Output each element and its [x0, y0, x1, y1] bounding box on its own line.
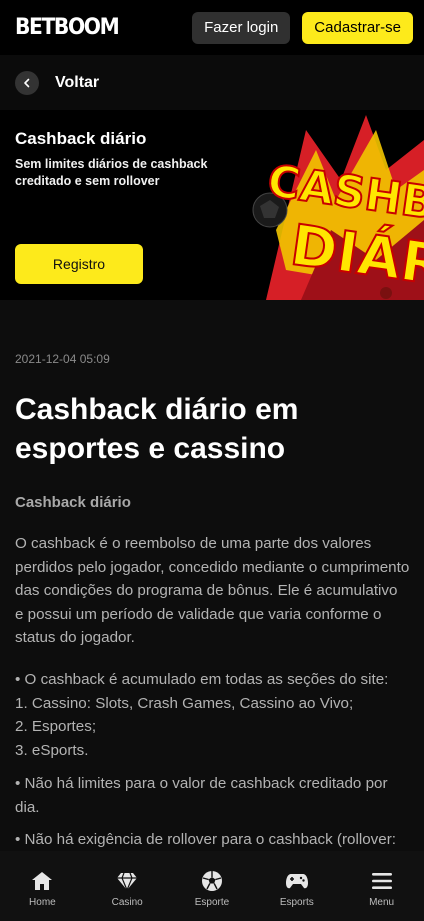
signup-button[interactable]: Cadastrar-se: [302, 11, 413, 44]
nav-label[interactable]: Home: [29, 897, 56, 908]
nav-menu[interactable]: Menu: [352, 869, 412, 908]
hamburger-menu-icon[interactable]: [369, 869, 395, 893]
nav-label[interactable]: Casino: [112, 897, 143, 908]
banner-subtitle: Sem limites diários de cashback creditad…: [15, 157, 208, 188]
login-button[interactable]: Fazer login: [192, 11, 291, 44]
article-date: 2021-12-04 05:09: [15, 352, 110, 366]
nav-label[interactable]: Esports: [280, 897, 314, 908]
nav-label[interactable]: Menu: [369, 897, 394, 908]
nav-label[interactable]: Esporte: [195, 897, 229, 908]
bottom-navigation: Home Casino Esporte Esports Menu: [0, 851, 424, 921]
diamond-icon[interactable]: [114, 869, 140, 893]
top-header: BETBOOM Fazer login Cadastrar-se: [0, 0, 424, 55]
promo-banner: Cashback diário Sem limites diários de c…: [0, 110, 424, 300]
list-intro: • O cashback é acumulado em todas as seç…: [15, 671, 389, 688]
back-row[interactable]: Voltar: [0, 55, 424, 110]
soccer-ball-icon[interactable]: [199, 869, 225, 893]
nav-esporte[interactable]: Esporte: [182, 869, 242, 908]
gamepad-icon[interactable]: [284, 869, 310, 893]
list-item: 3. eSports.: [15, 741, 89, 759]
article-paragraph: O cashback é o reembolso de uma parte do…: [15, 535, 410, 646]
back-label[interactable]: Voltar: [55, 74, 99, 92]
banner-title: Cashback diário: [15, 129, 147, 148]
seções-list: • O cashback é acumulado em todas as seç…: [15, 668, 415, 762]
nav-esports[interactable]: Esports: [267, 869, 327, 908]
cashback-banner-art: CASHBACK DIÁRIO: [252, 115, 424, 300]
bullet-no-rollover: • Não há exigência de rollover para o ca…: [15, 831, 396, 848]
article-subtitle: Cashback diário: [15, 494, 131, 511]
article-title: Cashback diário em esportes e cassino: [15, 393, 299, 465]
list-item: 2. Esportes;: [15, 718, 97, 735]
betboom-logo[interactable]: BETBOOM: [15, 15, 120, 40]
list-item: 1. Cassino: Slots, Crash Games, Cassino …: [15, 694, 354, 712]
chevron-left-icon[interactable]: [15, 70, 39, 95]
bullet-no-limits: • Não há limites para o valor de cashbac…: [15, 775, 388, 816]
nav-casino[interactable]: Casino: [97, 869, 157, 908]
nav-home[interactable]: Home: [12, 869, 72, 908]
registro-button[interactable]: Registro: [15, 244, 143, 284]
home-icon[interactable]: [29, 869, 55, 893]
